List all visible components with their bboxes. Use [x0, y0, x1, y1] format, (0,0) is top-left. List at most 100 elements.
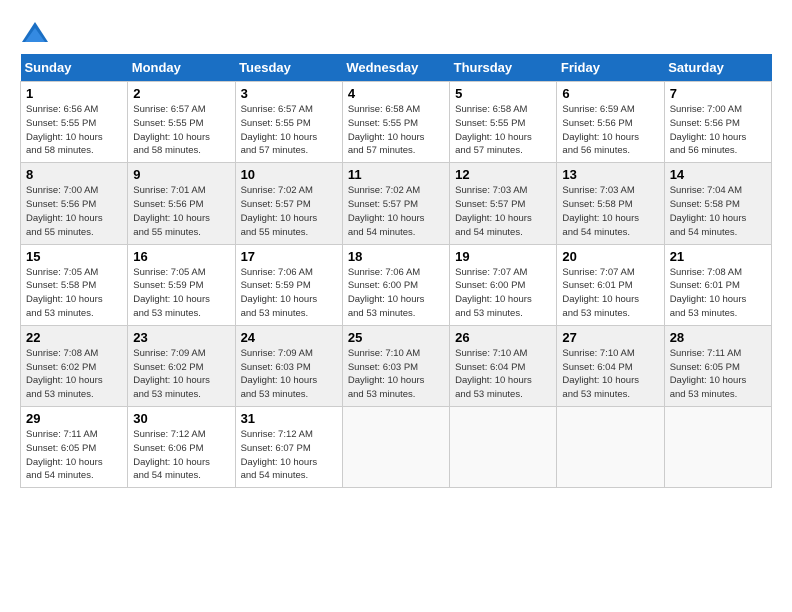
day-info: Sunrise: 7:03 AM Sunset: 5:57 PM Dayligh…	[455, 185, 532, 237]
day-info: Sunrise: 6:57 AM Sunset: 5:55 PM Dayligh…	[133, 104, 210, 156]
day-cell: 11 Sunrise: 7:02 AM Sunset: 5:57 PM Dayli…	[342, 163, 449, 244]
day-cell: 29 Sunrise: 7:11 AM Sunset: 6:05 PM Dayli…	[21, 407, 128, 488]
weekday-friday: Friday	[557, 54, 664, 82]
day-number: 8	[26, 167, 122, 182]
day-info: Sunrise: 6:59 AM Sunset: 5:56 PM Dayligh…	[562, 104, 639, 156]
day-number: 1	[26, 86, 122, 101]
day-cell	[664, 407, 771, 488]
day-cell: 22 Sunrise: 7:08 AM Sunset: 6:02 PM Dayli…	[21, 325, 128, 406]
day-cell: 6 Sunrise: 6:59 AM Sunset: 5:56 PM Daylig…	[557, 82, 664, 163]
day-cell	[342, 407, 449, 488]
day-info: Sunrise: 7:02 AM Sunset: 5:57 PM Dayligh…	[348, 185, 425, 237]
day-number: 21	[670, 249, 766, 264]
day-info: Sunrise: 6:57 AM Sunset: 5:55 PM Dayligh…	[241, 104, 318, 156]
day-info: Sunrise: 7:08 AM Sunset: 6:02 PM Dayligh…	[26, 348, 103, 400]
day-info: Sunrise: 7:07 AM Sunset: 6:01 PM Dayligh…	[562, 267, 639, 319]
day-cell: 2 Sunrise: 6:57 AM Sunset: 5:55 PM Daylig…	[128, 82, 235, 163]
day-info: Sunrise: 7:01 AM Sunset: 5:56 PM Dayligh…	[133, 185, 210, 237]
day-info: Sunrise: 7:07 AM Sunset: 6:00 PM Dayligh…	[455, 267, 532, 319]
day-number: 13	[562, 167, 658, 182]
day-cell: 19 Sunrise: 7:07 AM Sunset: 6:00 PM Dayli…	[450, 244, 557, 325]
day-number: 11	[348, 167, 444, 182]
day-number: 22	[26, 330, 122, 345]
weekday-header: SundayMondayTuesdayWednesdayThursdayFrid…	[21, 54, 772, 82]
day-cell: 10Sunrise: 7:02 AM Sunset: 5:57 PM Dayli…	[235, 163, 342, 244]
day-cell: 31Sunrise: 7:12 AM Sunset: 6:07 PM Dayli…	[235, 407, 342, 488]
week-row-5: 29 Sunrise: 7:11 AM Sunset: 6:05 PM Dayli…	[21, 407, 772, 488]
day-number: 16	[133, 249, 229, 264]
day-number: 2	[133, 86, 229, 101]
day-cell: 4 Sunrise: 6:58 AM Sunset: 5:55 PM Daylig…	[342, 82, 449, 163]
day-info: Sunrise: 7:12 AM Sunset: 6:06 PM Dayligh…	[133, 429, 210, 481]
weekday-tuesday: Tuesday	[235, 54, 342, 82]
day-info: Sunrise: 7:10 AM Sunset: 6:04 PM Dayligh…	[455, 348, 532, 400]
day-number: 15	[26, 249, 122, 264]
day-cell: 25Sunrise: 7:10 AM Sunset: 6:03 PM Dayli…	[342, 325, 449, 406]
day-info: Sunrise: 7:06 AM Sunset: 5:59 PM Dayligh…	[241, 267, 318, 319]
day-info: Sunrise: 7:03 AM Sunset: 5:58 PM Dayligh…	[562, 185, 639, 237]
header	[20, 20, 772, 44]
calendar: SundayMondayTuesdayWednesdayThursdayFrid…	[20, 54, 772, 488]
logo	[20, 20, 54, 44]
day-info: Sunrise: 7:00 AM Sunset: 5:56 PM Dayligh…	[26, 185, 103, 237]
day-info: Sunrise: 7:11 AM Sunset: 6:05 PM Dayligh…	[670, 348, 747, 400]
day-cell: 13 Sunrise: 7:03 AM Sunset: 5:58 PM Dayli…	[557, 163, 664, 244]
day-number: 31	[241, 411, 337, 426]
day-cell: 23 Sunrise: 7:09 AM Sunset: 6:02 PM Dayli…	[128, 325, 235, 406]
weekday-saturday: Saturday	[664, 54, 771, 82]
day-number: 6	[562, 86, 658, 101]
day-cell: 5 Sunrise: 6:58 AM Sunset: 5:55 PM Daylig…	[450, 82, 557, 163]
day-number: 19	[455, 249, 551, 264]
day-info: Sunrise: 7:11 AM Sunset: 6:05 PM Dayligh…	[26, 429, 103, 481]
day-number: 26	[455, 330, 551, 345]
day-info: Sunrise: 7:05 AM Sunset: 5:58 PM Dayligh…	[26, 267, 103, 319]
week-row-3: 15 Sunrise: 7:05 AM Sunset: 5:58 PM Dayli…	[21, 244, 772, 325]
day-number: 5	[455, 86, 551, 101]
logo-icon	[20, 20, 50, 44]
day-cell: 17Sunrise: 7:06 AM Sunset: 5:59 PM Dayli…	[235, 244, 342, 325]
day-cell: 24 Sunrise: 7:09 AM Sunset: 6:03 PM Dayli…	[235, 325, 342, 406]
day-cell: 9 Sunrise: 7:01 AM Sunset: 5:56 PM Daylig…	[128, 163, 235, 244]
day-number: 24	[241, 330, 337, 345]
day-info: Sunrise: 7:09 AM Sunset: 6:03 PM Dayligh…	[241, 348, 318, 400]
day-cell	[450, 407, 557, 488]
day-number: 4	[348, 86, 444, 101]
day-cell: 3 Sunrise: 6:57 AM Sunset: 5:55 PM Daylig…	[235, 82, 342, 163]
day-cell: 28Sunrise: 7:11 AM Sunset: 6:05 PM Dayli…	[664, 325, 771, 406]
day-number: 29	[26, 411, 122, 426]
day-number: 14	[670, 167, 766, 182]
day-cell: 15 Sunrise: 7:05 AM Sunset: 5:58 PM Dayli…	[21, 244, 128, 325]
day-cell: 14Sunrise: 7:04 AM Sunset: 5:58 PM Dayli…	[664, 163, 771, 244]
day-cell: 1 Sunrise: 6:56 AM Sunset: 5:55 PM Daylig…	[21, 82, 128, 163]
week-row-4: 22 Sunrise: 7:08 AM Sunset: 6:02 PM Dayli…	[21, 325, 772, 406]
day-info: Sunrise: 6:58 AM Sunset: 5:55 PM Dayligh…	[348, 104, 425, 156]
day-number: 12	[455, 167, 551, 182]
day-number: 23	[133, 330, 229, 345]
day-cell: 8 Sunrise: 7:00 AM Sunset: 5:56 PM Daylig…	[21, 163, 128, 244]
day-info: Sunrise: 7:10 AM Sunset: 6:04 PM Dayligh…	[562, 348, 639, 400]
day-cell: 7 Sunrise: 7:00 AM Sunset: 5:56 PM Daylig…	[664, 82, 771, 163]
weekday-sunday: Sunday	[21, 54, 128, 82]
day-cell	[557, 407, 664, 488]
day-number: 7	[670, 86, 766, 101]
day-number: 27	[562, 330, 658, 345]
day-info: Sunrise: 6:56 AM Sunset: 5:55 PM Dayligh…	[26, 104, 103, 156]
day-info: Sunrise: 6:58 AM Sunset: 5:55 PM Dayligh…	[455, 104, 532, 156]
day-number: 20	[562, 249, 658, 264]
week-row-2: 8 Sunrise: 7:00 AM Sunset: 5:56 PM Daylig…	[21, 163, 772, 244]
day-cell: 27 Sunrise: 7:10 AM Sunset: 6:04 PM Dayli…	[557, 325, 664, 406]
day-number: 3	[241, 86, 337, 101]
day-number: 18	[348, 249, 444, 264]
day-number: 25	[348, 330, 444, 345]
day-info: Sunrise: 7:09 AM Sunset: 6:02 PM Dayligh…	[133, 348, 210, 400]
day-cell: 20 Sunrise: 7:07 AM Sunset: 6:01 PM Dayli…	[557, 244, 664, 325]
day-cell: 21Sunrise: 7:08 AM Sunset: 6:01 PM Dayli…	[664, 244, 771, 325]
day-cell: 18Sunrise: 7:06 AM Sunset: 6:00 PM Dayli…	[342, 244, 449, 325]
day-cell: 30Sunrise: 7:12 AM Sunset: 6:06 PM Dayli…	[128, 407, 235, 488]
day-cell: 16Sunrise: 7:05 AM Sunset: 5:59 PM Dayli…	[128, 244, 235, 325]
week-row-1: 1 Sunrise: 6:56 AM Sunset: 5:55 PM Daylig…	[21, 82, 772, 163]
weekday-monday: Monday	[128, 54, 235, 82]
day-info: Sunrise: 7:00 AM Sunset: 5:56 PM Dayligh…	[670, 104, 747, 156]
day-number: 9	[133, 167, 229, 182]
day-cell: 26 Sunrise: 7:10 AM Sunset: 6:04 PM Dayli…	[450, 325, 557, 406]
